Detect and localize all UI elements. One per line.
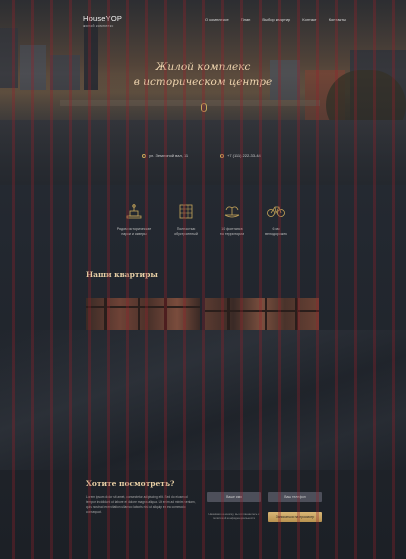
menu-item-choose-apartment[interactable]: Выбор квартир — [262, 17, 290, 22]
building-icon — [179, 204, 193, 219]
hero-section: HouseYOP жилой комплекс О комплексе План… — [0, 0, 406, 185]
feature-label: Рядом исторические парки и скверы — [110, 227, 158, 237]
address-text: ул. Земляной вал, 11 — [149, 153, 189, 158]
phone-icon — [220, 153, 224, 158]
menu-item-contacts[interactable]: Контакты — [329, 17, 346, 22]
phone-text: +7 (111) 222-33-44 — [227, 153, 261, 158]
feature-label: 10 фонтанов на территории — [208, 227, 256, 237]
feature-item: Рядом исторические парки и скверы — [110, 203, 158, 237]
location-pin-icon — [142, 153, 146, 158]
phone-input[interactable]: Ваш телефон — [268, 492, 322, 502]
privacy-policy-note: Нажимая на кнопку, вы соглашаетесь с пол… — [208, 512, 260, 520]
menu-item-about[interactable]: О комплексе — [205, 17, 229, 22]
main-menu: О комплексе План Выбор квартир Контакт К… — [205, 17, 346, 22]
hero-title-line1: Жилой комплекс — [155, 61, 251, 73]
feature-label-line2: обустроенный — [174, 232, 198, 236]
bicycle-icon — [267, 206, 285, 217]
cta-description: Lorem ipsum dolor sit amet, consectetur … — [86, 495, 196, 514]
fountain-icon — [224, 206, 240, 218]
feature-label-line2: на территории — [219, 232, 245, 236]
feature-item: 6 км велодорожек — [252, 203, 300, 237]
monument-icon — [126, 204, 142, 219]
features-row: Рядом исторические парки и скверы Полнос… — [110, 203, 310, 253]
feature-label: 6 км велодорожек — [252, 227, 300, 237]
hero-title-line2: в историческом центре — [133, 76, 273, 88]
background-texture — [0, 330, 406, 470]
logo[interactable]: HouseYOP — [83, 14, 122, 23]
top-nav: HouseYOP жилой комплекс О комплексе План… — [0, 14, 406, 34]
apartment-photo[interactable] — [205, 298, 319, 330]
submit-button[interactable]: Записаться на просмотр — [268, 512, 322, 522]
address: ул. Земляной вал, 11 — [142, 153, 188, 158]
menu-item-plan[interactable]: План — [241, 17, 251, 22]
apartment-photo[interactable] — [86, 298, 200, 330]
feature-label: Полностью обустроенный — [162, 227, 210, 237]
phone[interactable]: +7 (111) 222-33-44 — [220, 153, 261, 158]
logo-subtitle: жилой комплекс — [83, 24, 114, 28]
feature-label-line2: велодорожек — [265, 232, 287, 236]
menu-item-contact[interactable]: Контакт — [302, 17, 316, 22]
name-input[interactable]: Ваше имя — [207, 492, 261, 502]
apartments-title: Наши квартиры — [86, 270, 158, 279]
cta-title: Хотите посмотреть? — [86, 479, 175, 488]
feature-item: Полностью обустроенный — [162, 203, 210, 237]
page: HouseYOP жилой комплекс О комплексе План… — [0, 0, 406, 559]
feature-label-line2: парки и скверы — [121, 232, 147, 236]
hero-title: Жилой комплекс в историческом центре — [0, 60, 406, 90]
feature-item: 10 фонтанов на территории — [208, 203, 256, 237]
scroll-down-icon[interactable] — [201, 103, 207, 112]
